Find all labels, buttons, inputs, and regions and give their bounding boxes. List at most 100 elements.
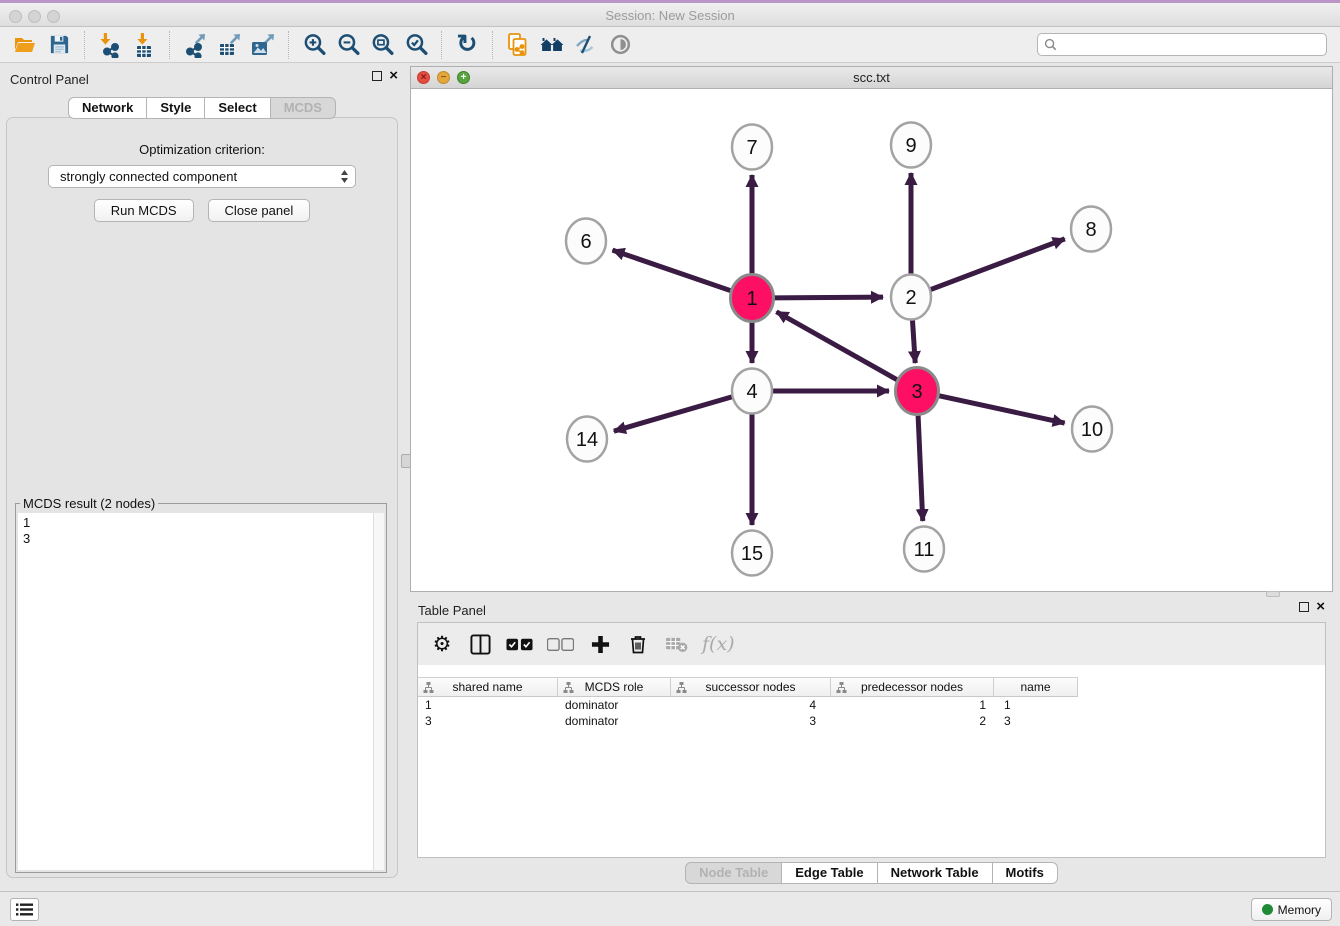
graph-node-label: 8 bbox=[1085, 219, 1096, 241]
tab-network[interactable]: Network bbox=[68, 97, 147, 119]
export-table-icon[interactable] bbox=[212, 29, 246, 61]
graph-node-4[interactable]: 4 bbox=[732, 369, 772, 414]
tab-style[interactable]: Style bbox=[146, 97, 205, 119]
tab-mcds[interactable]: MCDS bbox=[270, 97, 336, 119]
tab-node-table[interactable]: Node Table bbox=[685, 862, 782, 884]
graph-node-6[interactable]: 6 bbox=[566, 219, 606, 264]
column-header-successor-nodes[interactable]: successor nodes bbox=[671, 677, 831, 697]
memory-button[interactable]: Memory bbox=[1251, 898, 1332, 921]
network-window-titlebar[interactable]: × − + scc.txt bbox=[411, 67, 1332, 89]
toolbar-separator bbox=[169, 31, 170, 59]
status-bar: Memory bbox=[0, 891, 1340, 926]
close-panel-icon[interactable]: × bbox=[1316, 601, 1325, 613]
network-view-window: × − + scc.txt 7 9 6 8 1 2 4 3 14 10 15 11 bbox=[410, 66, 1333, 592]
memory-status-icon bbox=[1262, 904, 1273, 915]
float-panel-icon[interactable] bbox=[372, 71, 382, 81]
control-panel-title: Control Panel bbox=[10, 72, 89, 87]
delete-table-icon[interactable] bbox=[664, 631, 688, 657]
zoom-out-icon[interactable] bbox=[331, 29, 365, 61]
table-body: 1dominator4113dominator323 bbox=[418, 697, 1325, 857]
tree-icon bbox=[676, 682, 687, 693]
table-tabs: Node TableEdge TableNetwork TableMotifs bbox=[410, 862, 1333, 884]
graph-edge-2-3[interactable] bbox=[912, 318, 915, 363]
run-mcds-button[interactable]: Run MCDS bbox=[94, 199, 194, 222]
save-icon[interactable] bbox=[42, 29, 76, 61]
graph-node-1[interactable]: 1 bbox=[731, 275, 774, 322]
table-cell: dominator bbox=[558, 713, 671, 729]
toolbar-separator bbox=[492, 31, 493, 59]
graph-node-label: 4 bbox=[746, 381, 757, 403]
eye-slash-icon[interactable] bbox=[569, 29, 603, 61]
import-table-icon[interactable] bbox=[127, 29, 161, 61]
list-icon bbox=[16, 903, 33, 916]
add-column-icon[interactable] bbox=[588, 631, 612, 657]
function-builder-icon[interactable]: f(x) bbox=[702, 631, 735, 657]
close-panel-button[interactable]: Close panel bbox=[208, 199, 311, 222]
graph-node-label: 1 bbox=[746, 288, 757, 310]
hide-columns-icon[interactable] bbox=[547, 631, 574, 657]
tree-icon bbox=[836, 682, 847, 693]
show-columns-icon[interactable] bbox=[506, 631, 533, 657]
dropdown-stepper-icon bbox=[340, 169, 349, 190]
graph-node-7[interactable]: 7 bbox=[732, 125, 772, 170]
columns-icon[interactable] bbox=[468, 631, 492, 657]
close-panel-icon[interactable]: × bbox=[389, 70, 398, 82]
mcds-result-box: 1 3 bbox=[18, 513, 384, 870]
graph-node-10[interactable]: 10 bbox=[1072, 407, 1112, 452]
table-cell: dominator bbox=[558, 697, 671, 713]
criterion-dropdown[interactable]: strongly connected component bbox=[48, 165, 356, 188]
graph-node-3[interactable]: 3 bbox=[896, 368, 939, 415]
graph-node-2[interactable]: 2 bbox=[891, 275, 931, 320]
result-scrollbar[interactable] bbox=[373, 513, 384, 870]
column-header-predecessor-nodes[interactable]: predecessor nodes bbox=[831, 677, 994, 697]
graph-edge-3-1[interactable] bbox=[776, 312, 898, 381]
graph-node-14[interactable]: 14 bbox=[567, 417, 607, 462]
graph-node-label: 14 bbox=[576, 429, 598, 451]
search-input[interactable] bbox=[1062, 38, 1320, 52]
tree-icon bbox=[423, 682, 434, 693]
column-header-mcds-role[interactable]: MCDS role bbox=[558, 677, 671, 697]
zoom-in-icon[interactable] bbox=[297, 29, 331, 61]
graph-edge-2-8[interactable] bbox=[931, 239, 1065, 290]
graph-node-8[interactable]: 8 bbox=[1071, 207, 1111, 252]
column-header-shared-name[interactable]: shared name bbox=[418, 677, 558, 697]
network-canvas[interactable]: 7 9 6 8 1 2 4 3 14 10 15 11 bbox=[411, 89, 1332, 591]
tab-network-table[interactable]: Network Table bbox=[877, 862, 993, 884]
export-image-icon[interactable] bbox=[246, 29, 280, 61]
search-box[interactable] bbox=[1037, 33, 1327, 56]
delete-column-icon[interactable] bbox=[626, 631, 650, 657]
main-toolbar: ↻ bbox=[0, 27, 1340, 63]
graph-edge-3-11[interactable] bbox=[918, 412, 923, 521]
table-row[interactable]: 1dominator411 bbox=[418, 697, 1325, 713]
optimization-criterion-label: Optimization criterion: bbox=[7, 142, 397, 157]
network-document-icon[interactable] bbox=[501, 29, 535, 61]
tab-select[interactable]: Select bbox=[204, 97, 270, 119]
graph-node-15[interactable]: 15 bbox=[732, 531, 772, 576]
graph-node-9[interactable]: 9 bbox=[891, 123, 931, 168]
graph-node-11[interactable]: 11 bbox=[904, 527, 944, 572]
import-network-icon[interactable] bbox=[93, 29, 127, 61]
graph-node-label: 10 bbox=[1081, 419, 1103, 441]
homes-icon[interactable] bbox=[535, 29, 569, 61]
graph-edge-1-6[interactable] bbox=[612, 250, 732, 291]
task-history-button[interactable] bbox=[10, 898, 39, 921]
refresh-icon[interactable]: ↻ bbox=[450, 29, 484, 61]
graph-edge-4-14[interactable] bbox=[614, 397, 732, 431]
graph-node-label: 9 bbox=[905, 135, 916, 157]
search-icon bbox=[1044, 38, 1057, 51]
column-header-name[interactable]: name bbox=[994, 677, 1078, 697]
eye-icon[interactable] bbox=[603, 29, 637, 61]
tab-edge-table[interactable]: Edge Table bbox=[781, 862, 877, 884]
graph-edge-1-2[interactable] bbox=[773, 297, 883, 298]
mcds-result-group: MCDS result (2 nodes) 1 3 bbox=[15, 496, 387, 873]
tab-motifs[interactable]: Motifs bbox=[992, 862, 1058, 884]
graph-edge-3-10[interactable] bbox=[938, 395, 1065, 423]
zoom-check-icon[interactable] bbox=[399, 29, 433, 61]
gear-icon[interactable]: ⚙ bbox=[430, 631, 454, 657]
open-folder-icon[interactable] bbox=[8, 29, 42, 61]
float-panel-icon[interactable] bbox=[1299, 602, 1309, 612]
export-network-icon[interactable] bbox=[178, 29, 212, 61]
zoom-fit-icon[interactable] bbox=[365, 29, 399, 61]
table-row[interactable]: 3dominator323 bbox=[418, 713, 1325, 729]
table-panel-titlebar: Table Panel × bbox=[410, 597, 1333, 621]
